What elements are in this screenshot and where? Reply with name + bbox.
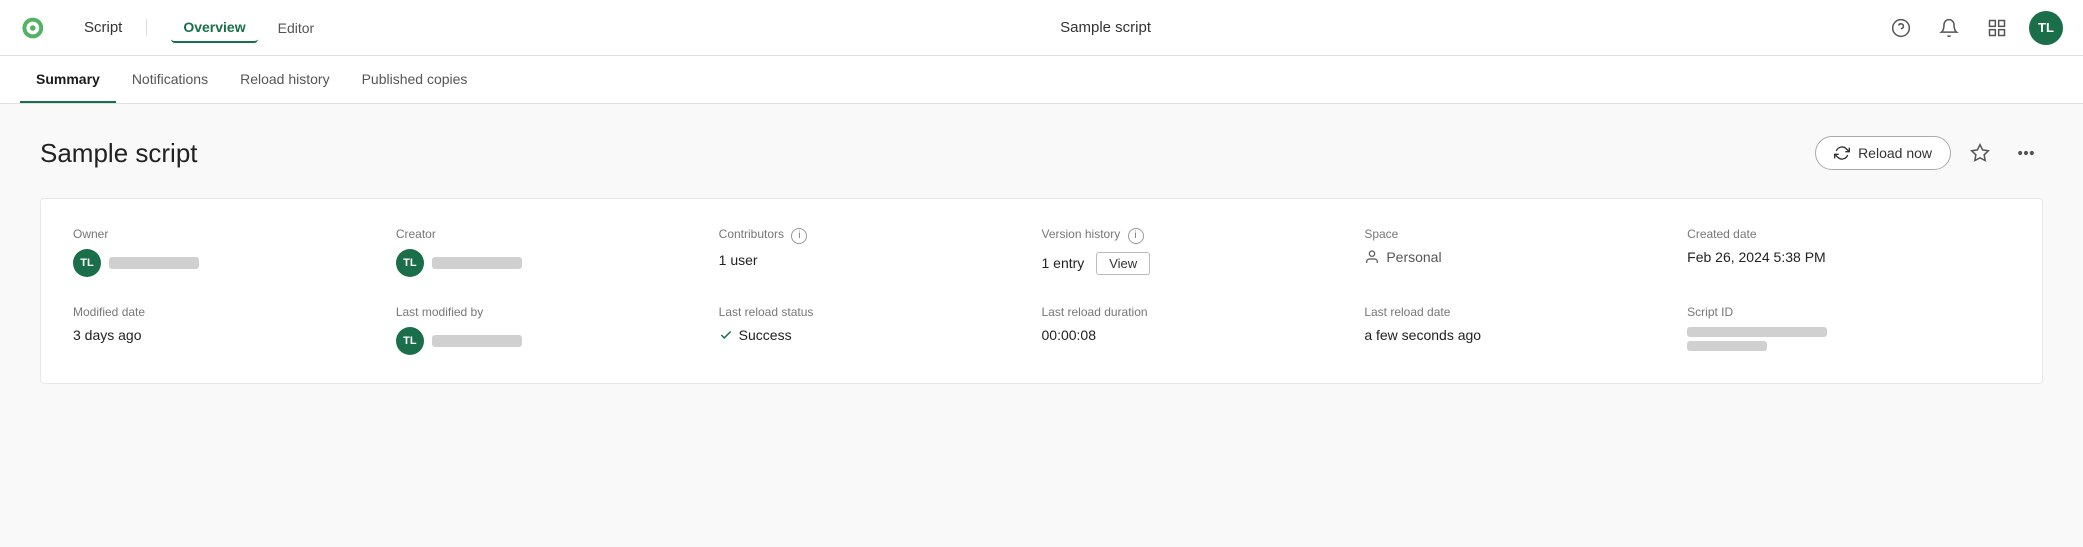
script-header: Sample script Reload now xyxy=(40,136,2043,170)
modified-date-label: Modified date xyxy=(73,305,396,319)
last-modified-by-avatar: TL xyxy=(396,327,424,355)
reload-icon xyxy=(1834,145,1850,161)
owner-field: Owner TL xyxy=(73,227,396,277)
version-history-value: 1 entry View xyxy=(1042,252,1365,275)
nav-item-overview[interactable]: Overview xyxy=(171,13,257,43)
script-id-value xyxy=(1687,327,2010,351)
creator-field: Creator TL xyxy=(396,227,719,277)
check-icon xyxy=(719,328,733,342)
person-icon xyxy=(1364,249,1380,265)
main-content: Sample script Reload now xyxy=(0,104,2083,547)
creator-name-blurred xyxy=(432,257,522,269)
modified-date-value: 3 days ago xyxy=(73,327,396,343)
created-date-label: Created date xyxy=(1687,227,2010,241)
logo xyxy=(20,12,68,44)
tab-summary[interactable]: Summary xyxy=(20,57,116,103)
script-id-label: Script ID xyxy=(1687,305,2010,319)
last-reload-duration-label: Last reload duration xyxy=(1042,305,1365,319)
page-title: Sample script xyxy=(326,19,1885,36)
last-modified-by-value: TL xyxy=(396,327,719,355)
owner-label: Owner xyxy=(73,227,396,241)
script-id-line2 xyxy=(1687,341,1767,351)
last-reload-status-label: Last reload status xyxy=(719,305,1042,319)
topbar-actions: TL xyxy=(1885,11,2063,45)
tabbar: Summary Notifications Reload history Pub… xyxy=(0,56,2083,104)
more-horizontal-icon xyxy=(2016,143,2036,163)
creator-avatar: TL xyxy=(396,249,424,277)
grid-icon-button[interactable] xyxy=(1981,12,2013,44)
creator-label: Creator xyxy=(396,227,719,241)
script-header-actions: Reload now xyxy=(1815,136,2043,170)
contributors-value: 1 user xyxy=(719,252,1042,268)
topbar: Script Overview Editor Sample script TL xyxy=(0,0,2083,56)
owner-value: TL xyxy=(73,249,396,277)
space-label: Space xyxy=(1364,227,1687,241)
owner-name-blurred xyxy=(109,257,199,269)
contributors-info-icon[interactable]: i xyxy=(791,228,807,244)
script-id-line1 xyxy=(1687,327,1827,337)
last-modified-by-field: Last modified by TL xyxy=(396,305,719,355)
created-date-value: Feb 26, 2024 5:38 PM xyxy=(1687,249,2010,265)
nav-item-editor[interactable]: Editor xyxy=(266,14,327,42)
script-title: Sample script xyxy=(40,138,1815,169)
app-name: Script xyxy=(84,19,147,36)
reload-now-button[interactable]: Reload now xyxy=(1815,136,1951,170)
version-history-label: Version history i xyxy=(1042,227,1365,244)
last-reload-duration-value: 00:00:08 xyxy=(1042,327,1365,343)
last-modified-by-label: Last modified by xyxy=(396,305,719,319)
reload-now-label: Reload now xyxy=(1858,145,1932,161)
created-date-field: Created date Feb 26, 2024 5:38 PM xyxy=(1687,227,2010,277)
help-icon-button[interactable] xyxy=(1885,12,1917,44)
more-options-button[interactable] xyxy=(2009,136,2043,170)
last-reload-status-field: Last reload status Success xyxy=(719,305,1042,355)
last-reload-duration-field: Last reload duration 00:00:08 xyxy=(1042,305,1365,355)
version-history-info-icon[interactable]: i xyxy=(1128,228,1144,244)
contributors-label: Contributors i xyxy=(719,227,1042,244)
creator-value: TL xyxy=(396,249,719,277)
user-avatar[interactable]: TL xyxy=(2029,11,2063,45)
tab-published-copies[interactable]: Published copies xyxy=(346,57,484,103)
bell-icon-button[interactable] xyxy=(1933,12,1965,44)
modified-date-field: Modified date 3 days ago xyxy=(73,305,396,355)
version-history-field: Version history i 1 entry View xyxy=(1042,227,1365,277)
last-reload-date-label: Last reload date xyxy=(1364,305,1687,319)
script-id-field: Script ID xyxy=(1687,305,2010,355)
last-modified-by-name-blurred xyxy=(432,335,522,347)
last-reload-date-value: a few seconds ago xyxy=(1364,327,1687,343)
owner-avatar: TL xyxy=(73,249,101,277)
space-field: Space Personal xyxy=(1364,227,1687,277)
metadata-grid: Owner TL Creator TL Contributors i 1 use… xyxy=(40,198,2043,384)
last-reload-status-value: Success xyxy=(719,327,1042,343)
last-reload-date-field: Last reload date a few seconds ago xyxy=(1364,305,1687,355)
tab-notifications[interactable]: Notifications xyxy=(116,57,224,103)
tab-reload-history[interactable]: Reload history xyxy=(224,57,346,103)
star-icon xyxy=(1970,143,1990,163)
star-button[interactable] xyxy=(1963,136,1997,170)
contributors-field: Contributors i 1 user xyxy=(719,227,1042,277)
space-value: Personal xyxy=(1364,249,1441,265)
topbar-nav: Overview Editor xyxy=(171,13,326,43)
view-history-button[interactable]: View xyxy=(1096,252,1150,275)
